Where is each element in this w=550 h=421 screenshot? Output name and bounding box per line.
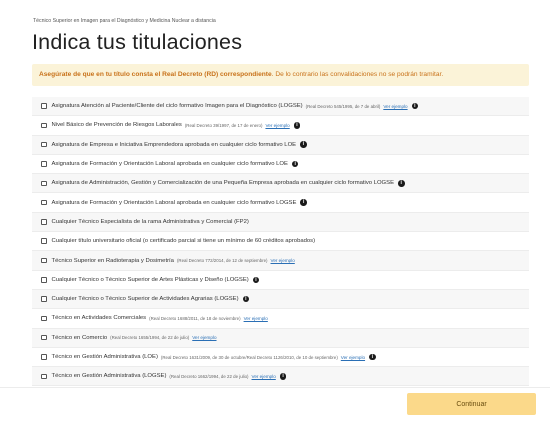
item-label: Técnico en Actividades Comerciales [51,315,147,322]
info-icon[interactable]: i [398,180,405,187]
info-icon[interactable]: i [279,373,287,380]
info-icon[interactable]: i [369,353,376,361]
checkbox[interactable] [41,103,47,109]
list-item[interactable]: Técnico Superior en Radioterapia y Dosim… [32,251,529,271]
list-item[interactable]: Cualquier Técnico Especialista de la ram… [32,212,529,233]
info-icon[interactable]: i [300,199,307,206]
checkbox[interactable] [41,334,47,341]
info-icon[interactable]: i [242,295,250,303]
info-icon[interactable]: i [252,276,260,284]
example-link[interactable]: Ver ejemplo [192,335,216,340]
item-label: Asignatura de Administración, Gestión y … [51,180,395,187]
list-item[interactable]: Asignatura Atención al Paciente/Cliente … [32,97,529,117]
list-item[interactable]: Nivel Básico de Prevención de Riesgos La… [32,116,529,136]
checkbox[interactable] [41,238,47,244]
checkbox[interactable] [41,219,47,225]
example-link[interactable]: Ver ejemplo [341,355,365,360]
checkbox[interactable] [41,257,47,264]
page-title: Indica tus titulaciones [32,30,243,54]
info-icon[interactable]: i [411,102,419,110]
item-label: Técnico Superior en Radioterapia y Dosim… [51,257,174,264]
item-label: Cualquier Técnico Especialista de la ram… [51,218,249,225]
example-link[interactable]: Ver ejemplo [252,374,276,379]
item-decree: (Real Decreto 545/1995, de 7 de abril) [305,103,381,109]
notice-text: . De lo contrario las convalidaciones no… [271,71,444,78]
item-label: Técnico en Comercio [51,334,108,341]
item-label: Asignatura de Formación y Orientación La… [51,199,297,206]
checkbox[interactable] [41,122,47,129]
item-decree: (Real Decreto 39/1997, de 17 de enero) [184,122,263,128]
notice-banner: Asegúrate de que en tu título consta el … [32,64,529,86]
footer-divider [0,387,550,388]
item-label: Nivel Básico de Prevención de Riesgos La… [51,122,182,129]
checkbox[interactable] [41,161,47,167]
item-label: Cualquier Técnico o Técnico Superior de … [51,276,249,283]
list-item[interactable]: Cualquier título universitario oficial (… [32,232,529,252]
list-item[interactable]: Asignatura de Empresa e Iniciativa Empre… [32,135,529,155]
list-item[interactable]: Técnico en Comercio (Real Decreto 1655/19… [32,328,529,348]
item-label: Asignatura Atención al Paciente/Cliente … [51,103,303,110]
qualifications-list: Asignatura Atención al Paciente/Cliente … [32,97,529,387]
example-link[interactable]: Ver ejemplo [383,104,407,109]
checkbox[interactable] [41,141,47,148]
item-label: Técnico en Gestión Administrativa (LOE) [51,354,158,360]
checkbox[interactable] [41,277,47,283]
list-item[interactable]: Cualquier Técnico o Técnico Superior de … [32,271,529,290]
item-decree: (Real Decreto 772/2014, de 12 de septiem… [176,258,268,264]
list-item[interactable]: Técnico en Gestión Administrativa (LOE)(… [32,348,529,368]
item-label: Asignatura de Empresa e Iniciativa Empre… [51,141,297,148]
item-label: Cualquier Técnico o Técnico Superior de … [51,296,239,303]
checkbox[interactable] [41,296,47,302]
checkbox[interactable] [41,199,47,206]
item-label: Cualquier título universitario oficial (… [51,238,316,245]
info-icon[interactable]: i [291,160,299,168]
list-item[interactable]: Técnico en Gestión Administrativa (LOGSE… [32,367,529,387]
info-icon[interactable]: i [300,141,307,148]
item-label: Asignatura de Formación y Orientación La… [51,161,288,168]
breadcrumb: Técnico Superior en Imagen para el Diagn… [33,18,216,24]
list-item[interactable]: Asignatura de Formación y Orientación La… [32,155,529,175]
checkbox[interactable] [41,373,47,380]
checkbox[interactable] [41,354,47,360]
notice-bold-text: Asegúrate de que en tu título consta el … [39,71,272,78]
continue-button[interactable]: Continuar [407,393,536,415]
example-link[interactable]: Ver ejemplo [244,316,268,321]
list-item[interactable]: Técnico en Actividades Comerciales (Real … [32,309,529,329]
list-item[interactable]: Asignatura de Formación y Orientación La… [32,193,529,213]
example-link[interactable]: Ver ejemplo [265,123,289,128]
info-icon[interactable]: i [293,122,301,129]
checkbox[interactable] [41,315,47,322]
item-label: Técnico en Gestión Administrativa (LOGSE… [51,373,167,380]
example-link[interactable]: Ver ejemplo [271,258,295,263]
item-decree: (Real Decreto 1655/1994, de 22 de julio) [110,335,190,341]
checkbox[interactable] [41,180,47,187]
item-decree: (Real Decreto 1631/2009, de 30 de octubr… [160,354,338,360]
item-decree: (Real Decreto 1688/2011, de 18 de noviem… [149,315,241,321]
list-item[interactable]: Cualquier Técnico o Técnico Superior de … [32,289,529,310]
list-item[interactable]: Asignatura de Administración, Gestión y … [32,174,529,194]
item-decree: (Real Decreto 1662/1994, de 22 de julio) [169,373,249,379]
